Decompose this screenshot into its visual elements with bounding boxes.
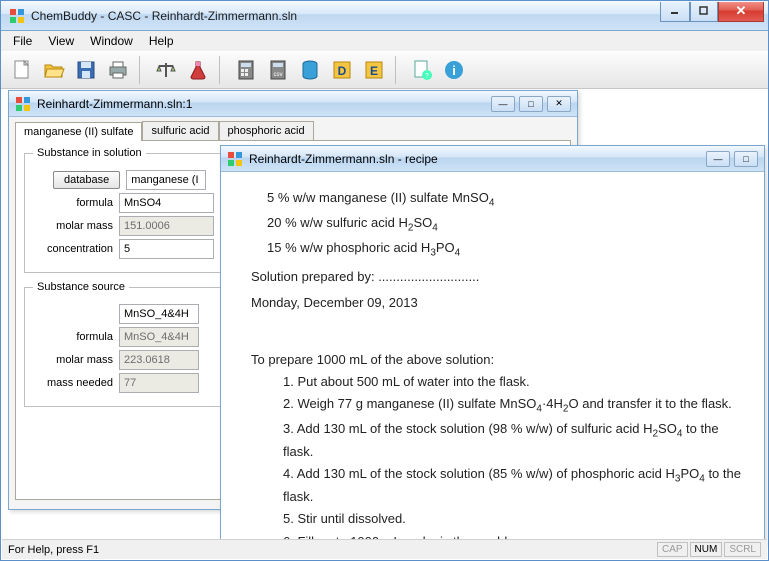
source-molar-field [119,350,199,370]
recipe-body: 5 % w/w manganese (II) sulfate MnSO4 20 … [221,172,764,544]
svg-text:csv: csv [274,72,283,78]
menu-file[interactable]: File [5,32,40,50]
step: 4. Add 130 mL of the stock solution (85 … [283,464,744,507]
maximize-button[interactable] [690,2,718,22]
concentration-input[interactable] [119,239,214,259]
svg-text:E: E [370,64,378,78]
num-indicator: NUM [690,542,723,557]
child-max-button[interactable]: □ [519,96,543,112]
close-button[interactable]: ✕ [718,2,764,22]
source-formula-field [119,327,199,347]
status-help: For Help, press F1 [8,544,99,556]
menu-view[interactable]: View [40,32,82,50]
tab-sulfuric[interactable]: sulfuric acid [142,121,218,140]
child-min-button[interactable]: — [491,96,515,112]
scrl-indicator: SCRL [724,542,761,557]
doc-icon[interactable]: ? [407,55,437,85]
tab-manganese[interactable]: manganese (II) sulfate [15,122,142,141]
open-icon[interactable] [39,55,69,85]
menubar: File View Window Help [1,31,768,51]
substance-name-input[interactable] [126,170,206,190]
recipe-line: 20 % w/w sulfuric acid H2SO4 [267,213,744,236]
e-icon[interactable]: E [359,55,389,85]
doc-win-icon [227,151,243,167]
doc-win-icon [15,96,31,112]
recipe-line: 15 % w/w phosphoric acid H3PO4 [267,238,744,261]
app-icon [9,8,25,24]
child-close-button[interactable]: ✕ [547,96,571,112]
titlebar: ChemBuddy - CASC - Reinhardt-Zimmermann.… [1,1,768,31]
new-icon[interactable] [7,55,37,85]
statusbar: For Help, press F1 CAP NUM SCRL [2,539,767,559]
solution-title: Reinhardt-Zimmermann.sln:1 [37,97,491,111]
source-name-input[interactable] [119,304,199,324]
save-icon[interactable] [71,55,101,85]
calc-icon[interactable] [231,55,261,85]
instructions-header: To prepare 1000 mL of the above solution… [251,350,744,370]
formula-input[interactable] [119,193,214,213]
step: 5. Stir until dissolved. [283,509,744,529]
recipe-title: Reinhardt-Zimmermann.sln - recipe [249,152,706,166]
menu-window[interactable]: Window [82,32,141,50]
window-title: ChemBuddy - CASC - Reinhardt-Zimmermann.… [31,9,660,23]
toolbar: csv D E ? i [1,51,768,89]
molar-mass-field [119,216,214,236]
balance-icon[interactable] [151,55,181,85]
minimize-button[interactable] [660,2,690,22]
child-min-button[interactable]: — [706,151,730,167]
svg-text:i: i [452,63,456,78]
mass-needed-field [119,373,199,393]
database-button[interactable]: database [53,171,120,189]
prepared-by: Solution prepared by: ..................… [251,267,744,287]
step: 3. Add 130 mL of the stock solution (98 … [283,419,744,462]
step: 1. Put about 500 mL of water into the fl… [283,372,744,392]
info-icon[interactable]: i [439,55,469,85]
mdi-area: Reinhardt-Zimmermann.sln:1 — □ ✕ mangane… [2,90,767,538]
svg-text:?: ? [425,73,429,80]
print-icon[interactable] [103,55,133,85]
flask-icon[interactable] [183,55,213,85]
db-icon[interactable] [295,55,325,85]
svg-text:D: D [338,64,347,78]
menu-help[interactable]: Help [141,32,182,50]
child-max-button[interactable]: □ [734,151,758,167]
recipe-date: Monday, December 09, 2013 [251,293,744,313]
cap-indicator: CAP [657,542,688,557]
csv-icon[interactable]: csv [263,55,293,85]
tab-phosphoric[interactable]: phosphoric acid [219,121,314,140]
recipe-line: 5 % w/w manganese (II) sulfate MnSO4 [267,188,744,211]
d-icon[interactable]: D [327,55,357,85]
step: 2. Weigh 77 g manganese (II) sulfate MnS… [283,394,744,417]
recipe-window: Reinhardt-Zimmermann.sln - recipe — □ 5 … [220,145,765,545]
